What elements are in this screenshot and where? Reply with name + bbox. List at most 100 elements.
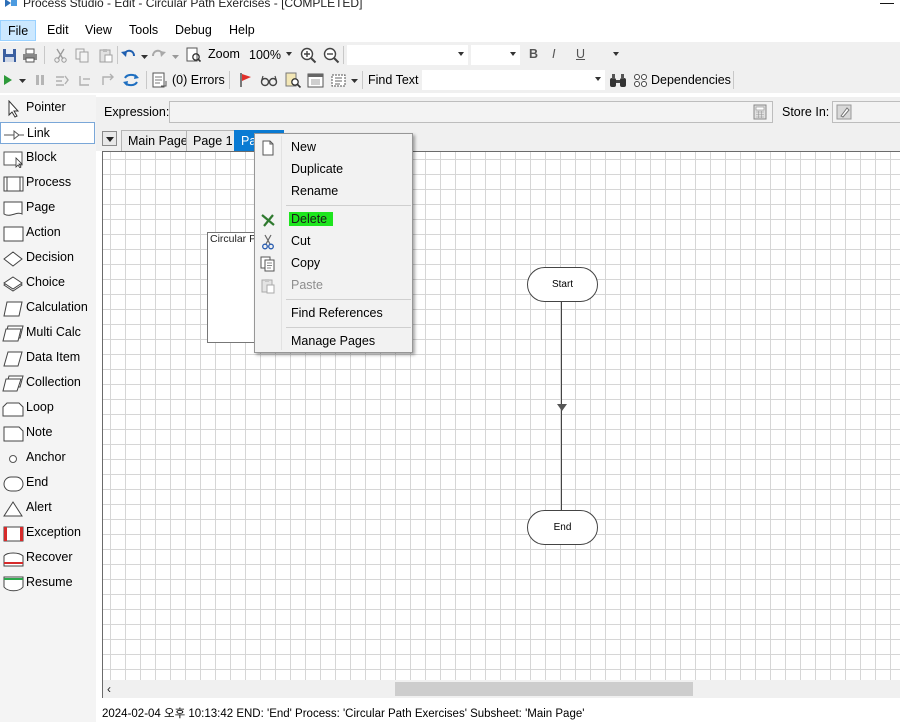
- anchor-icon: [9, 455, 17, 463]
- context-menu-new[interactable]: New: [257, 136, 410, 158]
- reset-icon[interactable]: [122, 72, 140, 88]
- context-menu-rename[interactable]: Rename: [257, 180, 410, 202]
- scrollbar-thumb[interactable]: [395, 682, 693, 696]
- calculator-icon[interactable]: [752, 104, 768, 120]
- context-menu-cut[interactable]: Cut: [257, 230, 410, 252]
- step-icon[interactable]: [54, 72, 70, 88]
- tool-anchor[interactable]: Anchor: [0, 447, 95, 469]
- find-text-label: Find Text: [368, 73, 419, 87]
- horizontal-scrollbar[interactable]: ‹: [102, 680, 900, 698]
- menu-tools[interactable]: Tools: [122, 20, 165, 41]
- step-out-icon[interactable]: [100, 72, 116, 88]
- store-in-input[interactable]: [832, 101, 900, 123]
- font-color-select[interactable]: [594, 45, 623, 65]
- save-icon[interactable]: [1, 47, 17, 63]
- find-text-input[interactable]: [422, 70, 605, 90]
- tool-alert[interactable]: Alert: [0, 497, 95, 519]
- tool-resume[interactable]: Resume: [0, 572, 95, 594]
- underline-button[interactable]: U: [576, 47, 585, 61]
- font-size-select[interactable]: [471, 45, 520, 65]
- scissors-icon: [262, 234, 274, 250]
- menu-help[interactable]: Help: [222, 20, 262, 41]
- copy-icon[interactable]: [74, 47, 90, 63]
- watch-glasses-icon[interactable]: [260, 72, 278, 88]
- delete-icon: [261, 214, 275, 227]
- zoom-out-icon[interactable]: [322, 46, 340, 64]
- undo-icon[interactable]: [121, 47, 137, 63]
- tool-block[interactable]: Block: [0, 147, 95, 169]
- run-icon[interactable]: [2, 73, 14, 87]
- pause-icon[interactable]: [34, 73, 46, 87]
- tool-link[interactable]: Link: [0, 122, 95, 144]
- redo-icon[interactable]: [150, 47, 166, 63]
- start-stage[interactable]: Start: [527, 267, 598, 302]
- context-menu-manage-pages[interactable]: Manage Pages: [257, 330, 410, 352]
- context-menu-paste[interactable]: Paste: [257, 274, 410, 296]
- context-menu-copy[interactable]: Copy: [257, 252, 410, 274]
- tool-process[interactable]: Process: [0, 172, 95, 194]
- tool-data-item[interactable]: Data Item: [0, 347, 95, 369]
- minimize-button[interactable]: —: [880, 0, 894, 10]
- standard-toolbar: Zoom 100% B I U: [0, 42, 900, 68]
- tool-collection[interactable]: Collection: [0, 372, 95, 394]
- tool-page[interactable]: Page: [0, 197, 95, 219]
- scroll-left-icon[interactable]: ‹: [107, 682, 111, 696]
- zoom-in-icon[interactable]: [299, 46, 317, 64]
- dependencies-button[interactable]: Dependencies: [651, 73, 731, 87]
- layout-dropdown-icon[interactable]: [350, 78, 358, 84]
- tool-choice[interactable]: Choice: [0, 272, 95, 294]
- tool-calculation[interactable]: Calculation: [0, 297, 95, 319]
- tab-main-page[interactable]: Main Page: [121, 130, 195, 151]
- bold-button[interactable]: B: [529, 47, 538, 61]
- menu-file[interactable]: File: [0, 20, 37, 41]
- binoculars-icon[interactable]: [609, 72, 627, 88]
- tool-loop[interactable]: Loop: [0, 397, 95, 419]
- cut-icon[interactable]: [52, 47, 68, 63]
- zoom-select[interactable]: 100%: [244, 45, 296, 65]
- end-stage[interactable]: End: [527, 510, 598, 545]
- redo-dropdown-icon[interactable]: [171, 54, 179, 60]
- context-menu-duplicate[interactable]: Duplicate: [257, 158, 410, 180]
- tool-exception[interactable]: Exception: [0, 522, 95, 544]
- context-menu-label: Manage Pages: [291, 334, 376, 348]
- layout-icon[interactable]: [329, 72, 347, 88]
- page-tab-context-menu: New Duplicate Rename Delete Cut Copy Pas…: [254, 133, 413, 353]
- process-icon: [3, 176, 24, 192]
- context-menu-delete[interactable]: Delete: [257, 208, 410, 230]
- italic-button[interactable]: I: [552, 47, 555, 61]
- tool-label: Alert: [26, 500, 52, 514]
- app-icon: [5, 0, 17, 7]
- font-family-select[interactable]: [347, 45, 468, 65]
- block-icon: [3, 151, 23, 168]
- tool-pointer[interactable]: Pointer: [0, 97, 95, 119]
- window-title: Process Studio - Edit - Circular Path Ex…: [23, 0, 363, 10]
- undo-dropdown-icon[interactable]: [140, 54, 148, 60]
- tool-action[interactable]: Action: [0, 222, 95, 244]
- menu-view[interactable]: View: [78, 20, 119, 41]
- expression-input[interactable]: [169, 101, 773, 123]
- run-dropdown-icon[interactable]: [18, 78, 26, 84]
- print-icon[interactable]: [22, 47, 38, 63]
- tool-label: Recover: [26, 550, 73, 564]
- errors-icon: [151, 72, 167, 88]
- tool-recover[interactable]: Recover: [0, 547, 95, 569]
- menu-debug[interactable]: Debug: [168, 20, 219, 41]
- context-menu-label: New: [291, 140, 317, 154]
- paste-icon[interactable]: [97, 47, 113, 63]
- data-item-picker-icon[interactable]: [836, 104, 852, 120]
- tool-note[interactable]: Note: [0, 422, 95, 444]
- errors-button[interactable]: (0) Errors: [172, 73, 225, 87]
- context-menu-find-references[interactable]: Find References: [257, 302, 410, 324]
- window-icon[interactable]: [306, 72, 324, 88]
- breakpoint-flag-icon[interactable]: [238, 72, 254, 88]
- menu-edit[interactable]: Edit: [40, 20, 76, 41]
- tool-multi-calc[interactable]: Multi Calc: [0, 322, 95, 344]
- step-over-icon[interactable]: [77, 72, 93, 88]
- zoom-page-icon: [185, 47, 201, 63]
- page-list-dropdown-button[interactable]: [102, 131, 117, 146]
- diagram-canvas[interactable]: Circular Pa Start End: [102, 151, 900, 680]
- search-page-icon[interactable]: [284, 72, 302, 88]
- tab-page-1[interactable]: Page 1: [186, 130, 240, 151]
- tool-end[interactable]: End: [0, 472, 95, 494]
- tool-decision[interactable]: Decision: [0, 247, 95, 269]
